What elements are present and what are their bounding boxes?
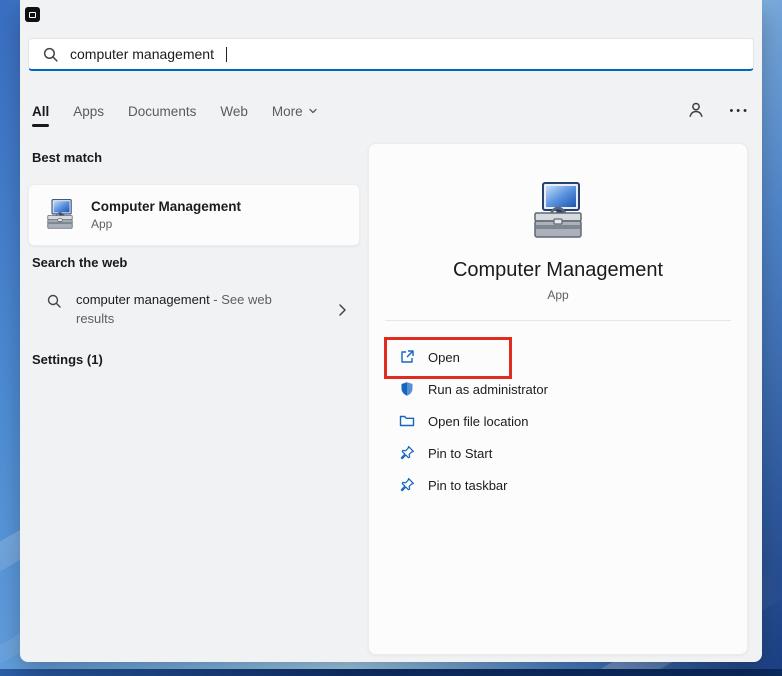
preview-title: Computer Management <box>453 259 663 282</box>
best-match-title: Computer Management <box>91 199 241 214</box>
best-match-result[interactable]: Computer Management App <box>28 184 360 246</box>
account-options-icon[interactable] <box>687 101 705 122</box>
best-match-text: Computer Management App <box>91 199 241 231</box>
settings-section-header: Settings (1) <box>32 352 103 367</box>
best-match-header: Best match <box>32 150 102 165</box>
action-pin-to-taskbar[interactable]: Pin to taskbar <box>369 469 747 501</box>
tab-web[interactable]: Web <box>220 104 248 119</box>
action-run-as-administrator[interactable]: Run as administrator <box>369 373 747 405</box>
chevron-right-icon[interactable] <box>334 302 350 318</box>
divider <box>385 320 731 321</box>
computer-management-icon <box>526 180 590 244</box>
desktop: computer management All Apps Documents W… <box>0 0 782 676</box>
open-icon <box>399 349 415 365</box>
tabs-right-controls: ••• <box>687 101 750 122</box>
folder-icon <box>399 413 415 429</box>
preview-panel: Computer Management App Open Run as admi… <box>368 143 748 655</box>
pin-icon <box>399 445 415 461</box>
action-label: Run as administrator <box>428 382 548 397</box>
web-result-query: computer management <box>76 292 210 307</box>
action-label: Open file location <box>428 414 528 429</box>
web-search-result[interactable]: computer management - See web results <box>28 284 360 336</box>
search-icon <box>46 293 62 309</box>
shield-icon <box>399 381 415 397</box>
text-cursor <box>226 47 228 62</box>
tab-apps[interactable]: Apps <box>73 104 104 119</box>
search-icon <box>42 46 59 63</box>
tab-more[interactable]: More <box>272 104 318 119</box>
action-open-file-location[interactable]: Open file location <box>369 405 747 437</box>
search-input[interactable]: computer management <box>28 38 754 71</box>
action-label: Pin to taskbar <box>428 478 508 493</box>
taskbar-edge <box>0 669 782 676</box>
preview-subtitle: App <box>547 288 568 302</box>
search-input-value[interactable]: computer management <box>70 46 214 62</box>
web-section-header: Search the web <box>32 255 127 270</box>
action-list: Open Run as administrator Open file loca… <box>369 341 747 501</box>
chevron-down-icon <box>308 106 318 116</box>
tab-all[interactable]: All <box>32 104 49 119</box>
action-label: Pin to Start <box>428 446 492 461</box>
tab-documents[interactable]: Documents <box>128 104 196 119</box>
filter-tabs: All Apps Documents Web More ••• <box>28 96 754 126</box>
search-flyout: computer management All Apps Documents W… <box>20 0 762 662</box>
pin-icon <box>399 477 415 493</box>
computer-management-icon <box>43 198 77 232</box>
more-options-icon[interactable]: ••• <box>729 106 750 117</box>
action-open[interactable]: Open <box>369 341 747 373</box>
search-window-icon <box>25 7 40 22</box>
best-match-subtitle: App <box>91 217 241 231</box>
action-label: Open <box>428 350 460 365</box>
action-pin-to-start[interactable]: Pin to Start <box>369 437 747 469</box>
web-result-text: computer management - See web results <box>76 290 288 328</box>
